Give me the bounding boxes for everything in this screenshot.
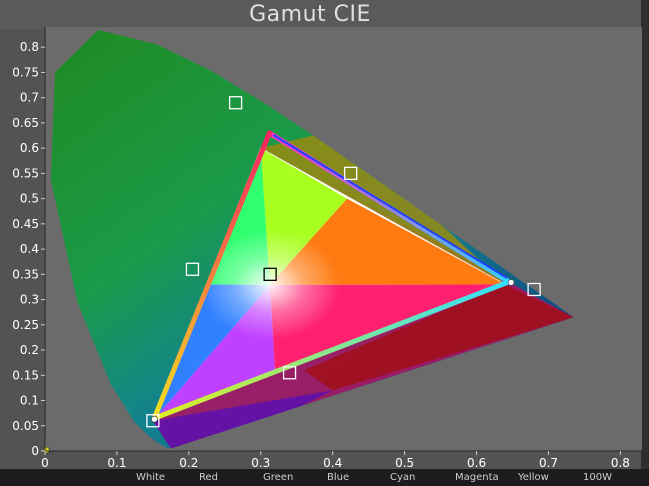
y-tick-label: 0.05 — [12, 419, 39, 433]
y-tick-label: 0.7 — [20, 91, 39, 105]
y-tick-label: 0.1 — [20, 394, 39, 408]
y-tick-label: 0.5 — [20, 192, 39, 206]
x-axis-ticks: 0 0.1 0.2 0.3 0.4 0.5 0.6 0.7 0.8 — [41, 451, 630, 470]
y-tick-label: 0 — [31, 444, 39, 458]
y-tick-label: 0.8 — [20, 40, 39, 54]
x-tick-label: 0 — [41, 456, 49, 470]
measured-point-red — [507, 279, 515, 286]
legend-item-magenta: Magenta — [455, 472, 499, 483]
legend-item-blue: Blue — [327, 472, 350, 483]
legend-item-cyan: Cyan — [390, 472, 416, 483]
x-tick-label: 0.5 — [395, 456, 414, 470]
legend-item-red: Red — [199, 472, 218, 483]
y-tick-label: 0.2 — [20, 343, 39, 357]
legend-item-yellow: Yellow — [518, 472, 549, 483]
legend-item-white: White — [136, 472, 166, 483]
x-tick-label: 0.2 — [179, 456, 198, 470]
x-tick-label: 0.8 — [611, 456, 630, 470]
y-axis-ticks: 0 0.05 0.1 0.15 0.2 0.25 0.3 0.35 0.4 0.45 0.5 0.55… — [12, 40, 45, 458]
measured-point-100w — [43, 446, 50, 454]
x-tick-label: 0.6 — [467, 456, 486, 470]
y-tick-label: 0.25 — [12, 318, 39, 332]
y-tick-label: 0.15 — [12, 368, 39, 382]
y-tick-label: 0.4 — [20, 242, 39, 256]
y-tick-label: 0.55 — [12, 166, 39, 180]
legend-item-green: Green — [263, 472, 294, 483]
legend-bar — [0, 469, 649, 486]
y-tick-label: 0.6 — [20, 141, 39, 155]
y-tick-label: 0.35 — [12, 267, 39, 281]
measured-point-blue — [151, 415, 158, 423]
cie-chart: 0 0.1 0.2 0.3 0.4 0.5 0.6 0.7 0.8 0 0.05 0.1 0.15 0.… — [12, 27, 642, 470]
legend-item-100w: 100W — [583, 472, 612, 483]
y-tick-label: 0.3 — [20, 293, 39, 307]
y-tick-label: 0.75 — [12, 65, 39, 79]
y-tick-label: 0.45 — [12, 217, 39, 231]
x-tick-label: 0.3 — [251, 456, 270, 470]
x-tick-label: 0.7 — [539, 456, 558, 470]
x-tick-label: 0.4 — [323, 456, 342, 470]
x-tick-label: 0.1 — [107, 456, 126, 470]
y-tick-label: 0.65 — [12, 116, 39, 130]
